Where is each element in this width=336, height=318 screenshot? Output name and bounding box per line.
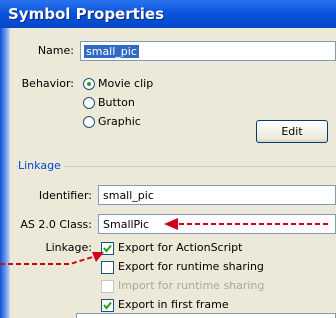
annotation-arrows [0,218,328,265]
symbol-properties-dialog: Symbol Properties Name: small_pic Behavi… [0,0,336,318]
arrow-to-export-checkbox [0,252,104,265]
arrow-to-class-field [164,218,328,230]
